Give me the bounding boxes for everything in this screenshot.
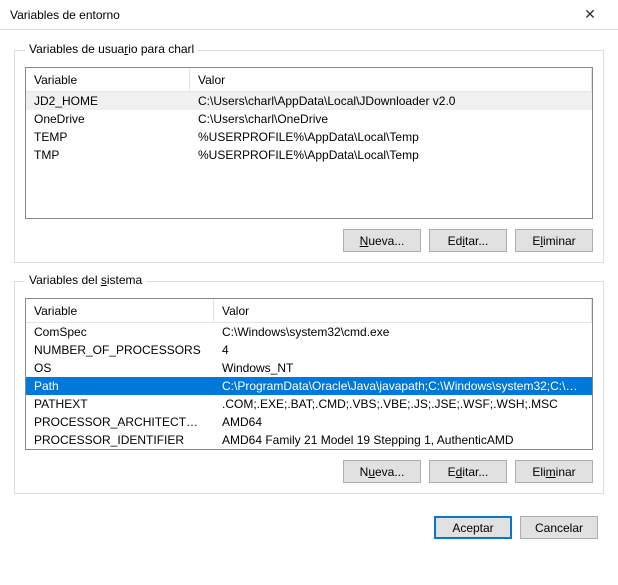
table-row[interactable]: OSWindows_NT [26, 359, 592, 377]
cell-variable: NUMBER_OF_PROCESSORS [26, 343, 214, 357]
table-row[interactable]: JD2_HOMEC:\Users\charl\AppData\Local\JDo… [26, 92, 592, 110]
cell-value: C:\Users\charl\AppData\Local\JDownloader… [190, 94, 592, 108]
table-row[interactable]: NUMBER_OF_PROCESSORS4 [26, 341, 592, 359]
col-valor[interactable]: Valor [214, 299, 592, 322]
group-system-variables: Variables del sistema Variable Valor Com… [14, 281, 604, 494]
cell-variable: TEMP [26, 130, 190, 144]
cell-value: .COM;.EXE;.BAT;.CMD;.VBS;.VBE;.JS;.JSE;.… [214, 397, 592, 411]
table-row[interactable]: PATHEXT.COM;.EXE;.BAT;.CMD;.VBS;.VBE;.JS… [26, 395, 592, 413]
cell-variable: Path [26, 379, 214, 393]
sys-vars-body[interactable]: ComSpecC:\Windows\system32\cmd.exeNUMBER… [26, 323, 592, 449]
table-row[interactable]: ComSpecC:\Windows\system32\cmd.exe [26, 323, 592, 341]
table-row[interactable]: PROCESSOR_IDENTIFIERAMD64 Family 21 Mode… [26, 431, 592, 449]
group-sys-legend: Variables del sistema [25, 273, 146, 287]
group-user-variables: Variables de usuario para charl Variable… [14, 50, 604, 263]
group-user-legend: Variables de usuario para charl [25, 42, 198, 56]
cell-variable: OneDrive [26, 112, 190, 126]
user-delete-button[interactable]: Eliminar [515, 229, 593, 252]
table-row[interactable]: TEMP%USERPROFILE%\AppData\Local\Temp [26, 128, 592, 146]
cell-value: AMD64 Family 21 Model 19 Stepping 1, Aut… [214, 433, 592, 447]
cell-variable: PROCESSOR_ARCHITECTURE [26, 415, 214, 429]
sys-vars-list[interactable]: Variable Valor ComSpecC:\Windows\system3… [25, 298, 593, 450]
cell-variable: PROCESSOR_IDENTIFIER [26, 433, 214, 447]
col-variable[interactable]: Variable [26, 299, 214, 322]
cell-value: C:\Windows\system32\cmd.exe [214, 325, 592, 339]
user-new-button[interactable]: Nueva... [343, 229, 421, 252]
sys-edit-button[interactable]: Editar... [429, 460, 507, 483]
table-row[interactable]: PROCESSOR_ARCHITECTUREAMD64 [26, 413, 592, 431]
user-button-row: Nueva... Editar... Eliminar [25, 229, 593, 252]
cell-variable: ComSpec [26, 325, 214, 339]
user-edit-button[interactable]: Editar... [429, 229, 507, 252]
cell-variable: PATHEXT [26, 397, 214, 411]
table-row[interactable]: PathC:\ProgramData\Oracle\Java\javapath;… [26, 377, 592, 395]
ok-button[interactable]: Aceptar [434, 516, 512, 539]
cell-value: %USERPROFILE%\AppData\Local\Temp [190, 148, 592, 162]
user-vars-header: Variable Valor [26, 68, 592, 92]
cell-value: Windows_NT [214, 361, 592, 375]
cell-variable: JD2_HOME [26, 94, 190, 108]
cell-value: 4 [214, 343, 592, 357]
sys-vars-header: Variable Valor [26, 299, 592, 323]
close-icon[interactable]: ✕ [570, 6, 610, 23]
cell-value: C:\ProgramData\Oracle\Java\javapath;C:\W… [214, 379, 592, 393]
cell-variable: TMP [26, 148, 190, 162]
cell-value: AMD64 [214, 415, 592, 429]
titlebar: Variables de entorno ✕ [0, 0, 618, 30]
table-row[interactable]: OneDriveC:\Users\charl\OneDrive [26, 110, 592, 128]
window-title: Variables de entorno [10, 8, 570, 22]
dialog-content: Variables de usuario para charl Variable… [0, 30, 618, 553]
user-vars-body[interactable]: JD2_HOMEC:\Users\charl\AppData\Local\JDo… [26, 92, 592, 218]
sys-delete-button[interactable]: Eliminar [515, 460, 593, 483]
col-variable[interactable]: Variable [26, 68, 190, 91]
sys-button-row: Nueva... Editar... Eliminar [25, 460, 593, 483]
col-valor[interactable]: Valor [190, 68, 592, 91]
sys-new-button[interactable]: Nueva... [343, 460, 421, 483]
cell-variable: OS [26, 361, 214, 375]
legend-text-a: Variables de usua [29, 42, 124, 56]
dialog-buttons: Aceptar Cancelar [14, 516, 604, 539]
cancel-button[interactable]: Cancelar [520, 516, 598, 539]
legend-text-b: io para charl [128, 42, 194, 56]
cell-value: C:\Users\charl\OneDrive [190, 112, 592, 126]
table-row[interactable]: TMP%USERPROFILE%\AppData\Local\Temp [26, 146, 592, 164]
legend-sys-text: Variables del sistema [29, 273, 142, 287]
cell-value: %USERPROFILE%\AppData\Local\Temp [190, 130, 592, 144]
user-vars-list[interactable]: Variable Valor JD2_HOMEC:\Users\charl\Ap… [25, 67, 593, 219]
